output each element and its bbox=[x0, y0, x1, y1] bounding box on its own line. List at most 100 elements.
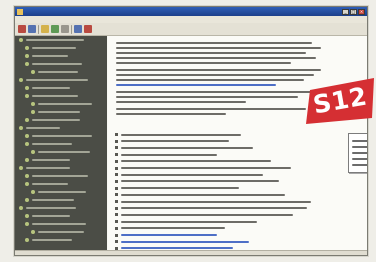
sidebar-node-20[interactable] bbox=[15, 188, 107, 196]
help-link[interactable] bbox=[116, 84, 276, 86]
help-window: _ □ × bbox=[14, 6, 368, 256]
sidebar-item-label bbox=[32, 183, 68, 185]
paragraph-line bbox=[116, 79, 304, 81]
list-item-text bbox=[121, 173, 263, 176]
popup-line bbox=[352, 152, 367, 154]
sidebar-item-label bbox=[32, 119, 80, 121]
book-icon bbox=[19, 38, 23, 42]
forward-icon[interactable] bbox=[28, 25, 36, 33]
book-icon bbox=[19, 166, 23, 170]
sidebar-node-1[interactable] bbox=[15, 36, 107, 44]
sidebar-item-label bbox=[32, 135, 92, 137]
sidebar-node-8[interactable] bbox=[15, 92, 107, 100]
paragraph-line bbox=[116, 57, 316, 59]
paragraph-line bbox=[116, 96, 298, 98]
sidebar-node-10[interactable] bbox=[15, 108, 107, 116]
book-icon bbox=[25, 62, 29, 66]
paragraph-line bbox=[116, 101, 246, 103]
sidebar-node-14[interactable] bbox=[15, 140, 107, 148]
sidebar-item-label bbox=[32, 55, 68, 57]
toolbar-separator bbox=[38, 24, 39, 34]
sidebar-node-9[interactable] bbox=[15, 100, 107, 108]
book-icon bbox=[31, 70, 35, 74]
bullet-icon bbox=[115, 153, 118, 157]
sidebar-node-11[interactable] bbox=[15, 116, 107, 124]
bullet-icon bbox=[115, 193, 118, 197]
bullet-icon bbox=[115, 159, 118, 163]
close-button[interactable]: × bbox=[358, 8, 365, 15]
refresh-icon[interactable] bbox=[51, 25, 59, 33]
list-item-text bbox=[121, 227, 225, 230]
minimize-button[interactable]: _ bbox=[342, 8, 349, 15]
page-badge: S12 bbox=[304, 76, 376, 124]
book-icon bbox=[31, 150, 35, 154]
print-icon[interactable] bbox=[74, 25, 82, 33]
sidebar-item-label bbox=[26, 79, 88, 81]
sidebar-node-3[interactable] bbox=[15, 52, 107, 60]
options-icon[interactable] bbox=[84, 25, 92, 33]
list-item-text bbox=[121, 167, 291, 169]
sidebar-item-label bbox=[38, 151, 90, 153]
bullet-icon bbox=[115, 133, 118, 136]
sidebar-item-label bbox=[32, 223, 86, 225]
bullet-icon bbox=[115, 173, 118, 177]
maximize-button[interactable]: □ bbox=[350, 8, 357, 15]
status-bar bbox=[15, 250, 367, 255]
sidebar-item-label bbox=[26, 127, 60, 129]
bullet-icon bbox=[115, 146, 118, 150]
book-icon bbox=[25, 182, 29, 186]
sidebar-item-label bbox=[32, 239, 72, 241]
back-icon[interactable] bbox=[18, 25, 26, 33]
book-icon bbox=[31, 230, 35, 234]
sidebar-node-16[interactable] bbox=[15, 156, 107, 164]
home-icon[interactable] bbox=[61, 25, 69, 33]
sidebar-node-7[interactable] bbox=[15, 84, 107, 92]
list-item-text bbox=[121, 213, 293, 216]
sidebar-node-26[interactable] bbox=[15, 236, 107, 244]
sidebar-node-23[interactable] bbox=[15, 212, 107, 220]
sidebar-node-6[interactable] bbox=[15, 76, 107, 84]
sidebar-node-17[interactable] bbox=[15, 164, 107, 172]
popup-line bbox=[352, 158, 367, 160]
bullet-icon bbox=[115, 226, 118, 230]
sidebar-node-15[interactable] bbox=[15, 148, 107, 156]
window-controls: _ □ × bbox=[342, 8, 367, 15]
stop-icon[interactable] bbox=[41, 25, 49, 33]
sidebar-item-label bbox=[32, 63, 82, 65]
list-item-text bbox=[121, 146, 253, 149]
sidebar-node-21[interactable] bbox=[15, 196, 107, 204]
sidebar-item-label bbox=[26, 39, 84, 41]
paragraph-line bbox=[116, 42, 312, 44]
sidebar-item-label bbox=[26, 207, 76, 209]
sidebar-node-5[interactable] bbox=[15, 68, 107, 76]
bullet-icon bbox=[115, 200, 118, 203]
sidebar-node-2[interactable] bbox=[15, 44, 107, 52]
sidebar-node-19[interactable] bbox=[15, 180, 107, 188]
list-item-text bbox=[121, 140, 229, 143]
topic-pane bbox=[108, 36, 367, 255]
sidebar-node-22[interactable] bbox=[15, 204, 107, 212]
list-item-text[interactable] bbox=[121, 240, 249, 243]
sidebar-item-label bbox=[32, 143, 72, 145]
sidebar-node-4[interactable] bbox=[15, 60, 107, 68]
book-icon bbox=[25, 86, 29, 90]
list-item-text bbox=[121, 160, 271, 163]
sidebar-item-label bbox=[32, 199, 74, 201]
book-icon bbox=[25, 94, 29, 98]
toolbar bbox=[15, 23, 367, 36]
list-item-text bbox=[121, 193, 285, 196]
sidebar-item-label bbox=[38, 231, 84, 233]
list-item-text bbox=[121, 207, 307, 210]
sidebar-node-24[interactable] bbox=[15, 220, 107, 228]
paragraph-line bbox=[116, 108, 306, 110]
list-item-text[interactable] bbox=[121, 234, 217, 236]
book-icon bbox=[25, 238, 29, 242]
sidebar-node-25[interactable] bbox=[15, 228, 107, 236]
sidebar-node-13[interactable] bbox=[15, 132, 107, 140]
sidebar-node-12[interactable] bbox=[15, 124, 107, 132]
sidebar-node-18[interactable] bbox=[15, 172, 107, 180]
sidebar-item-label bbox=[38, 191, 86, 193]
popup-line bbox=[352, 140, 367, 142]
book-icon bbox=[31, 110, 35, 114]
screen-photo: _ □ × S12 bbox=[0, 0, 376, 262]
